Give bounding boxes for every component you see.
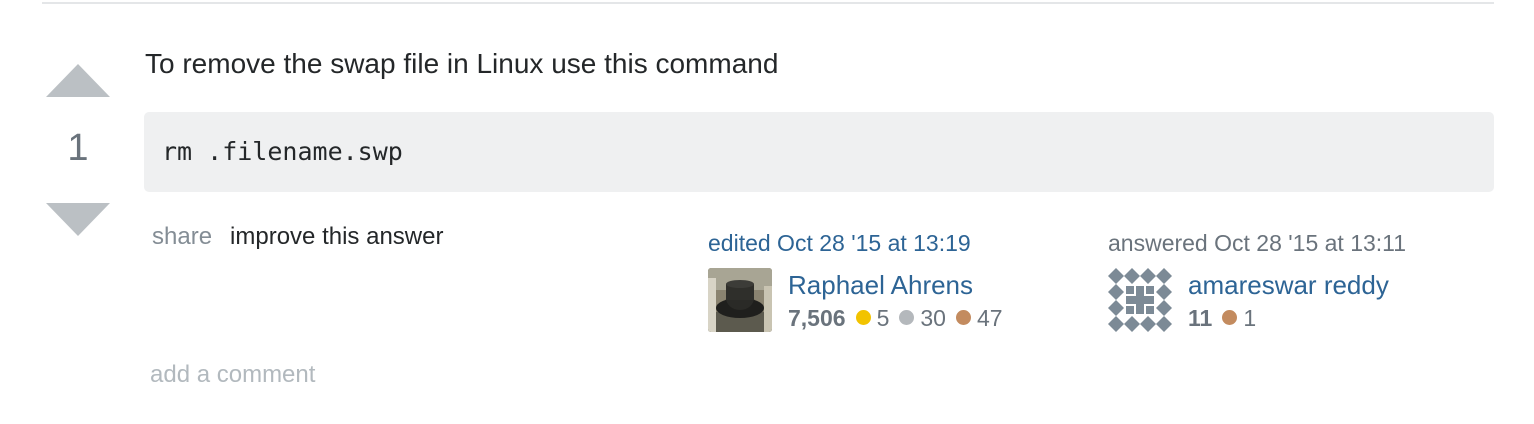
add-comment-link[interactable]: add a comment <box>150 360 315 390</box>
author-avatar[interactable] <box>1108 268 1172 332</box>
share-link[interactable]: share <box>152 223 212 250</box>
bronze-badge-icon <box>1222 310 1238 325</box>
edited-time[interactable]: edited Oct 28 '15 at 13:19 <box>708 228 1048 258</box>
editor-name-link[interactable]: Raphael Ahrens <box>788 268 1003 302</box>
code-block: rm .filename.swp <box>144 112 1494 192</box>
top-divider <box>42 2 1494 4</box>
editor-stats: 7,506 5 30 47 <box>788 303 1003 333</box>
answered-time[interactable]: answered Oct 28 '15 at 13:11 <box>1108 228 1448 258</box>
silver-badge-icon <box>899 310 915 325</box>
editor-silver-count: 30 <box>920 305 946 331</box>
author-stats: 11 1 <box>1188 303 1389 333</box>
editor-card: edited Oct 28 '15 at 13:19 Raphael Ahren… <box>708 228 1048 336</box>
author-bronze-count: 1 <box>1243 305 1257 331</box>
bronze-badge-icon <box>955 310 971 325</box>
answer-text: To remove the swap file in Linux use thi… <box>145 48 779 79</box>
identicon-avatar-icon <box>1108 268 1172 332</box>
editor-avatar[interactable] <box>708 268 772 332</box>
code-text: rm .filename.swp <box>162 137 403 166</box>
author-card: answered Oct 28 '15 at 13:11 amareswar r… <box>1108 228 1448 336</box>
gold-badge-icon <box>855 310 871 325</box>
post-menu: share improve this answer <box>152 222 443 252</box>
author-name-link[interactable]: amareswar reddy <box>1188 268 1389 302</box>
editor-bronze-count: 47 <box>976 305 1003 331</box>
author-details: amareswar reddy 11 1 <box>1188 268 1389 333</box>
vote-up-icon[interactable] <box>46 64 110 97</box>
editor-reputation: 7,506 <box>788 305 846 331</box>
photo-avatar-icon <box>708 268 772 332</box>
improve-answer-link[interactable]: improve this answer <box>230 223 443 250</box>
vote-column: 1 <box>44 62 112 242</box>
editor-details: Raphael Ahrens 7,506 5 30 47 <box>788 268 1003 333</box>
vote-count: 1 <box>67 127 89 169</box>
editor-gold-count: 5 <box>876 305 890 331</box>
vote-down-icon[interactable] <box>46 203 110 236</box>
author-reputation: 11 <box>1188 305 1213 331</box>
